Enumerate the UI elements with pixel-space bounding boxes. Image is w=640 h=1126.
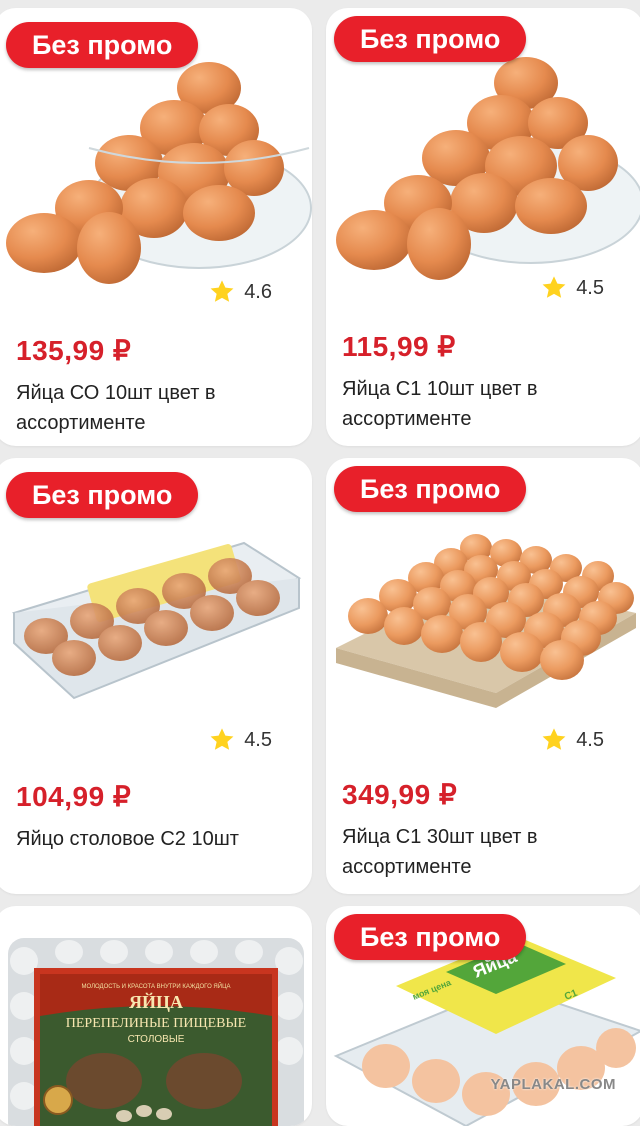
star-icon [542, 728, 566, 750]
product-price: 115,99 ₽ [342, 331, 456, 362]
product-card[interactable]: Без промо 4.6 135,99 ₽ Яйца СО 10шт цвет… [0, 8, 312, 446]
rating-value: 4.5 [244, 728, 272, 751]
package-subtitle: ПЕРЕПЕЛИНЫЕ ПИЩЕВЫЕ [66, 1016, 246, 1031]
promo-badge: Без промо [334, 466, 527, 512]
product-image-eggs-bowl[interactable] [326, 48, 640, 298]
promo-badge: Без промо [6, 22, 199, 68]
promo-badge: Без промо [6, 472, 199, 518]
product-rating: 4.5 [540, 726, 604, 754]
promo-badge: Без промо [334, 914, 527, 960]
product-name[interactable]: Яйца С1 10шт цвет в ассортименте [342, 374, 602, 434]
rating-value: 4.5 [576, 728, 604, 751]
product-price: 135,99 ₽ [16, 335, 132, 366]
package-title: ЯЙЦА [129, 991, 183, 1012]
product-card[interactable]: Без промо моя цена Яйца С1 [326, 906, 640, 1126]
product-price: 104,99 ₽ [16, 781, 132, 812]
rating-value: 4.5 [576, 276, 604, 299]
product-card[interactable]: Без промо 4.5 349,99 ₽ Яйца С1 30шт цвет… [326, 458, 640, 894]
product-name[interactable]: Яйца СО 10шт цвет в ассортименте [16, 378, 276, 438]
product-card[interactable]: Без промо 4.5 115,99 ₽ Яйца С1 10шт цвет… [326, 8, 640, 446]
star-icon [210, 280, 234, 302]
product-image-quail-eggs-pack[interactable]: МОЛОДОСТЬ И КРАСОТА ВНУТРИ КАЖДОГО ЯЙЦА … [0, 916, 312, 1126]
star-icon [542, 276, 566, 298]
product-price: 349,99 ₽ [342, 779, 458, 810]
star-icon [210, 728, 234, 750]
watermark: YAPLAKAL.COM [490, 1076, 616, 1093]
package-slogan: МОЛОДОСТЬ И КРАСОТА ВНУТРИ КАЖДОГО ЯЙЦА [81, 982, 230, 990]
product-name[interactable]: Яйца С1 30шт цвет в ассортименте [342, 822, 602, 882]
product-rating: 4.5 [540, 274, 604, 302]
product-name[interactable]: Яйцо столовое С2 10шт [16, 824, 276, 854]
product-rating: 4.5 [208, 726, 272, 754]
product-image-eggs-plastic-pack[interactable] [0, 518, 312, 718]
package-caption: СТОЛОВЫЕ [128, 1034, 185, 1045]
product-card[interactable]: Без промо 4.5 104,99 ₽ Яйцо столовое С2 … [0, 458, 312, 894]
product-image-eggs-bowl[interactable] [0, 48, 312, 298]
product-rating: 4.6 [208, 278, 272, 306]
promo-badge: Без промо [334, 16, 527, 62]
product-image-eggs-tray[interactable] [326, 518, 640, 718]
rating-value: 4.6 [244, 280, 272, 303]
product-card[interactable]: МОЛОДОСТЬ И КРАСОТА ВНУТРИ КАЖДОГО ЯЙЦА … [0, 906, 312, 1126]
